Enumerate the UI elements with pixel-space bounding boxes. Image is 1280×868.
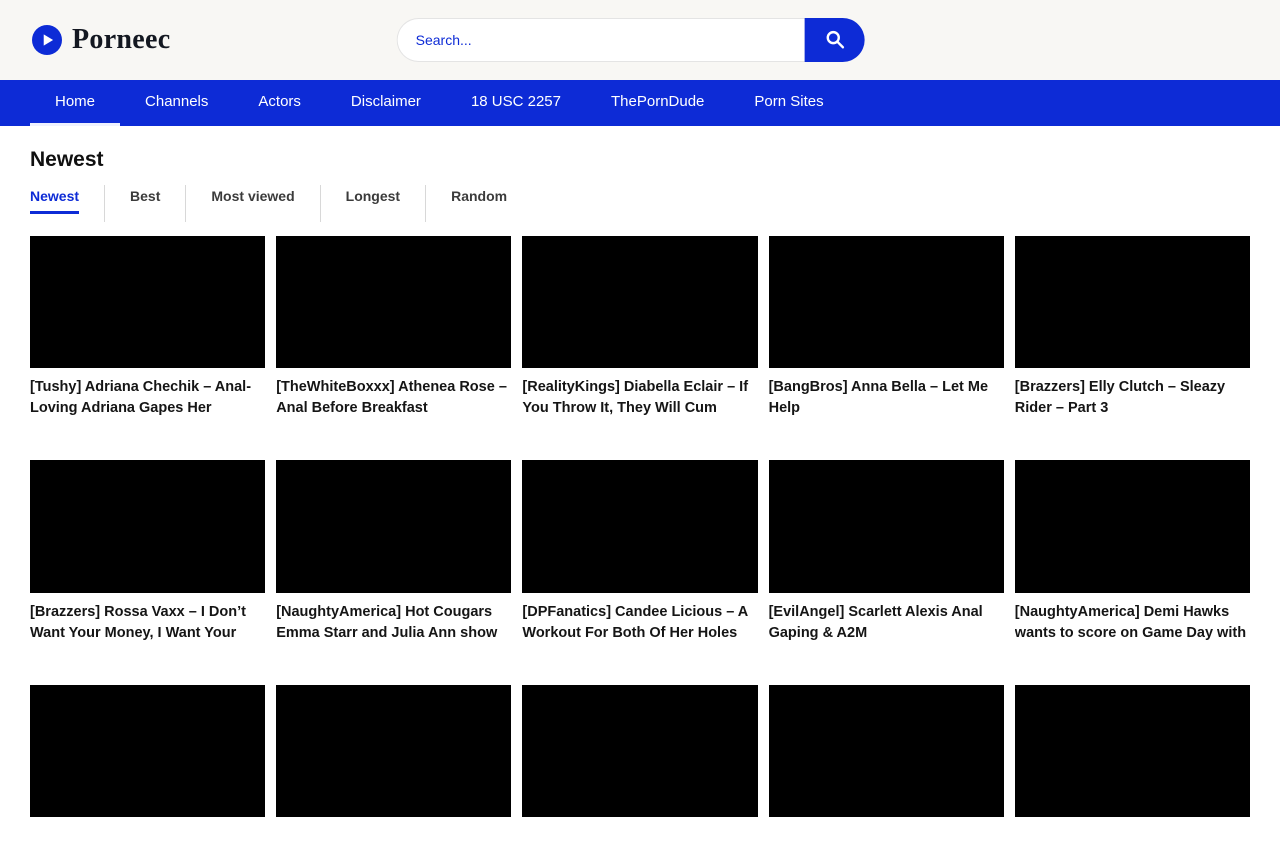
video-card[interactable] xyxy=(30,685,265,868)
search-bar xyxy=(397,18,865,62)
nav-item-home[interactable]: Home xyxy=(30,80,120,126)
main-content: Newest Newest Best Most viewed Longest R… xyxy=(0,126,1280,868)
video-card[interactable]: [Brazzers] Rossa Vaxx – I Don’t Want You… xyxy=(30,460,265,643)
video-thumbnail[interactable] xyxy=(276,460,511,592)
nav-item-porn-sites[interactable]: Porn Sites xyxy=(729,80,848,126)
video-grid: [Tushy] Adriana Chechik – Anal-Loving Ad… xyxy=(30,236,1250,868)
nav-item-actors[interactable]: Actors xyxy=(233,80,326,126)
video-card[interactable]: [TheWhiteBoxxx] Athenea Rose – Anal Befo… xyxy=(276,236,511,419)
video-thumbnail[interactable] xyxy=(276,685,511,817)
site-header: Porneec xyxy=(0,0,1280,80)
video-title[interactable] xyxy=(769,826,1004,868)
video-title[interactable] xyxy=(522,826,757,868)
search-icon xyxy=(824,28,846,53)
video-title[interactable]: [TheWhiteBoxxx] Athenea Rose – Anal Befo… xyxy=(276,377,511,419)
video-thumbnail[interactable] xyxy=(1015,685,1250,817)
site-logo[interactable]: Porneec xyxy=(32,24,171,56)
nav-item-theporndude[interactable]: ThePornDude xyxy=(586,80,729,126)
video-title[interactable]: [Tushy] Adriana Chechik – Anal-Loving Ad… xyxy=(30,377,265,419)
search-input[interactable] xyxy=(397,18,805,62)
video-thumbnail[interactable] xyxy=(522,460,757,592)
video-thumbnail[interactable] xyxy=(1015,236,1250,368)
video-card[interactable]: [DPFanatics] Candee Licious – A Workout … xyxy=(522,460,757,643)
video-thumbnail[interactable] xyxy=(30,236,265,368)
video-title[interactable] xyxy=(1015,826,1250,868)
tab-newest[interactable]: Newest xyxy=(30,185,104,222)
video-card[interactable] xyxy=(276,685,511,868)
video-card[interactable]: [BangBros] Anna Bella – Let Me Help xyxy=(769,236,1004,419)
nav-item-channels[interactable]: Channels xyxy=(120,80,233,126)
sort-tabs: Newest Best Most viewed Longest Random xyxy=(30,185,1250,222)
video-thumbnail[interactable] xyxy=(769,236,1004,368)
nav-item-disclaimer[interactable]: Disclaimer xyxy=(326,80,446,126)
video-title[interactable]: [NaughtyAmerica] Hot Cougars Emma Starr … xyxy=(276,602,511,644)
video-title[interactable]: [BangBros] Anna Bella – Let Me Help xyxy=(769,377,1004,419)
video-thumbnail[interactable] xyxy=(30,460,265,592)
logo-text: Porneec xyxy=(72,24,171,56)
main-nav: Home Channels Actors Disclaimer 18 USC 2… xyxy=(0,80,1280,126)
video-thumbnail[interactable] xyxy=(769,460,1004,592)
video-card[interactable] xyxy=(1015,685,1250,868)
video-card[interactable]: [NaughtyAmerica] Hot Cougars Emma Starr … xyxy=(276,460,511,643)
video-title[interactable]: [DPFanatics] Candee Licious – A Workout … xyxy=(522,602,757,644)
video-card[interactable] xyxy=(769,685,1004,868)
tab-longest[interactable]: Longest xyxy=(320,185,425,222)
video-card[interactable]: [RealityKings] Diabella Eclair – If You … xyxy=(522,236,757,419)
search-button[interactable] xyxy=(805,18,865,62)
video-card[interactable]: [EvilAngel] Scarlett Alexis Anal Gaping … xyxy=(769,460,1004,643)
tab-random[interactable]: Random xyxy=(425,185,532,222)
video-card[interactable]: [Brazzers] Elly Clutch – Sleazy Rider – … xyxy=(1015,236,1250,419)
video-title[interactable] xyxy=(30,826,265,868)
play-icon xyxy=(32,25,62,55)
nav-item-18usc2257[interactable]: 18 USC 2257 xyxy=(446,80,586,126)
video-title[interactable]: [Brazzers] Rossa Vaxx – I Don’t Want You… xyxy=(30,602,265,644)
video-card[interactable] xyxy=(522,685,757,868)
tab-most-viewed[interactable]: Most viewed xyxy=(185,185,319,222)
video-title[interactable] xyxy=(276,826,511,868)
video-thumbnail[interactable] xyxy=(1015,460,1250,592)
video-card[interactable]: [NaughtyAmerica] Demi Hawks wants to sco… xyxy=(1015,460,1250,643)
video-thumbnail[interactable] xyxy=(522,236,757,368)
video-card[interactable]: [Tushy] Adriana Chechik – Anal-Loving Ad… xyxy=(30,236,265,419)
video-title[interactable]: [Brazzers] Elly Clutch – Sleazy Rider – … xyxy=(1015,377,1250,419)
video-title[interactable]: [RealityKings] Diabella Eclair – If You … xyxy=(522,377,757,419)
video-thumbnail[interactable] xyxy=(30,685,265,817)
tab-best[interactable]: Best xyxy=(104,185,185,222)
video-title[interactable]: [NaughtyAmerica] Demi Hawks wants to sco… xyxy=(1015,602,1250,644)
video-thumbnail[interactable] xyxy=(522,685,757,817)
video-title[interactable]: [EvilAngel] Scarlett Alexis Anal Gaping … xyxy=(769,602,1004,644)
video-thumbnail[interactable] xyxy=(276,236,511,368)
page-title: Newest xyxy=(30,148,1250,172)
video-thumbnail[interactable] xyxy=(769,685,1004,817)
